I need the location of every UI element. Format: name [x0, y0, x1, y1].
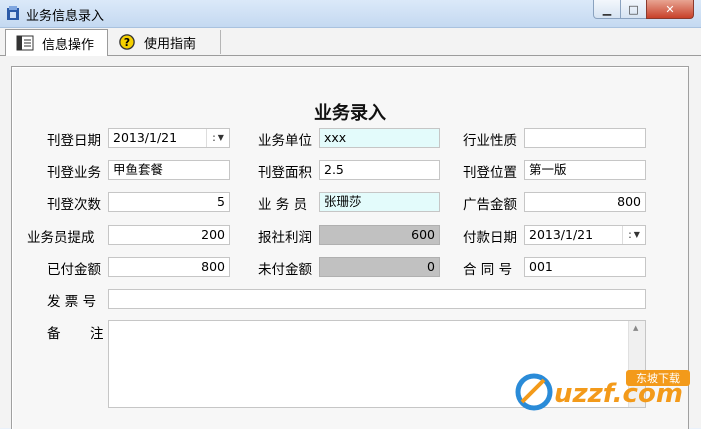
form-icon — [16, 35, 34, 51]
unpaid-readonly: 0 — [319, 257, 440, 277]
chevron-down-icon: ▼ — [633, 230, 640, 239]
label-business-unit: 业务单位 — [258, 133, 312, 149]
label-publish-position: 刊登位置 — [463, 165, 517, 181]
business-unit-input[interactable]: xxx — [319, 128, 440, 148]
label-payment-date: 付款日期 — [463, 230, 517, 246]
label-contract-no: 合 同 号 — [463, 262, 513, 278]
label-publish-business: 刊登业务 — [47, 165, 101, 181]
close-button[interactable]: ✕ — [646, 0, 694, 19]
maximize-icon: □ — [628, 2, 639, 16]
publish-date-picker[interactable]: 2013/1/21 : ▼ — [108, 128, 230, 148]
label-publish-times: 刊登次数 — [47, 197, 101, 213]
label-ad-amount: 广告金额 — [463, 197, 517, 213]
tab-label: 使用指南 — [144, 36, 197, 52]
publish-position-input[interactable]: 第一版 — [524, 160, 646, 180]
label-unpaid: 未付金额 — [258, 262, 312, 278]
industry-input[interactable] — [524, 128, 646, 148]
paid-input[interactable]: 800 — [108, 257, 230, 277]
publish-area-input[interactable]: 2.5 — [319, 160, 440, 180]
title-bar: 业务信息录入 ▁ □ ✕ — [0, 0, 701, 28]
date-dropdown[interactable]: : ▼ — [206, 129, 229, 147]
minimize-button[interactable]: ▁ — [593, 0, 621, 19]
window-title: 业务信息录入 — [26, 9, 105, 24]
ad-amount-input[interactable]: 800 — [524, 192, 646, 212]
publish-business-input[interactable]: 甲鱼套餐 — [108, 160, 230, 180]
app-icon — [7, 6, 19, 20]
label-invoice-no: 发 票 号 — [47, 294, 97, 310]
publish-times-input[interactable]: 5 — [108, 192, 230, 212]
date-dropdown[interactable]: : ▼ — [622, 226, 645, 244]
payment-date-picker[interactable]: 2013/1/21 : ▼ — [524, 225, 646, 245]
label-salesperson: 业 务 员 — [258, 197, 308, 213]
tab-user-guide[interactable]: ? 使用指南 — [108, 30, 221, 54]
watermark-logo: uzzf.com 东坡下载 — [515, 370, 690, 411]
help-icon: ? — [119, 34, 135, 50]
label-industry: 行业性质 — [463, 133, 517, 149]
scroll-up-icon[interactable]: ▲ — [633, 324, 638, 332]
watermark-tag: 东坡下载 — [636, 372, 680, 385]
commission-input[interactable]: 200 — [108, 225, 230, 245]
publish-date-value: 2013/1/21 — [113, 130, 178, 145]
salesperson-input[interactable]: 张珊莎 — [319, 192, 440, 212]
label-paid: 已付金额 — [47, 262, 101, 278]
maximize-button[interactable]: □ — [620, 0, 647, 19]
payment-date-value: 2013/1/21 — [529, 227, 594, 242]
label-publish-area: 刊登面积 — [258, 165, 312, 181]
invoice-no-input[interactable] — [108, 289, 646, 309]
label-profit: 报社利润 — [258, 230, 312, 246]
chevron-down-icon: ▼ — [217, 133, 224, 142]
minimize-icon: ▁ — [602, 2, 612, 16]
label-note-b: 注 — [90, 326, 104, 342]
form-heading: 业务录入 — [314, 103, 386, 124]
tab-strip: 信息操作 ? 使用指南 — [0, 28, 701, 57]
label-publish-date: 刊登日期 — [47, 133, 101, 149]
tab-label: 信息操作 — [42, 37, 95, 53]
label-commission: 业务员提成 — [27, 230, 95, 246]
svg-text:?: ? — [124, 36, 130, 49]
profit-readonly: 600 — [319, 225, 440, 245]
close-icon: ✕ — [665, 2, 675, 16]
contract-no-input[interactable]: 001 — [524, 257, 646, 277]
tab-info-operation[interactable]: 信息操作 — [5, 29, 108, 57]
label-note-a: 备 — [47, 326, 61, 342]
